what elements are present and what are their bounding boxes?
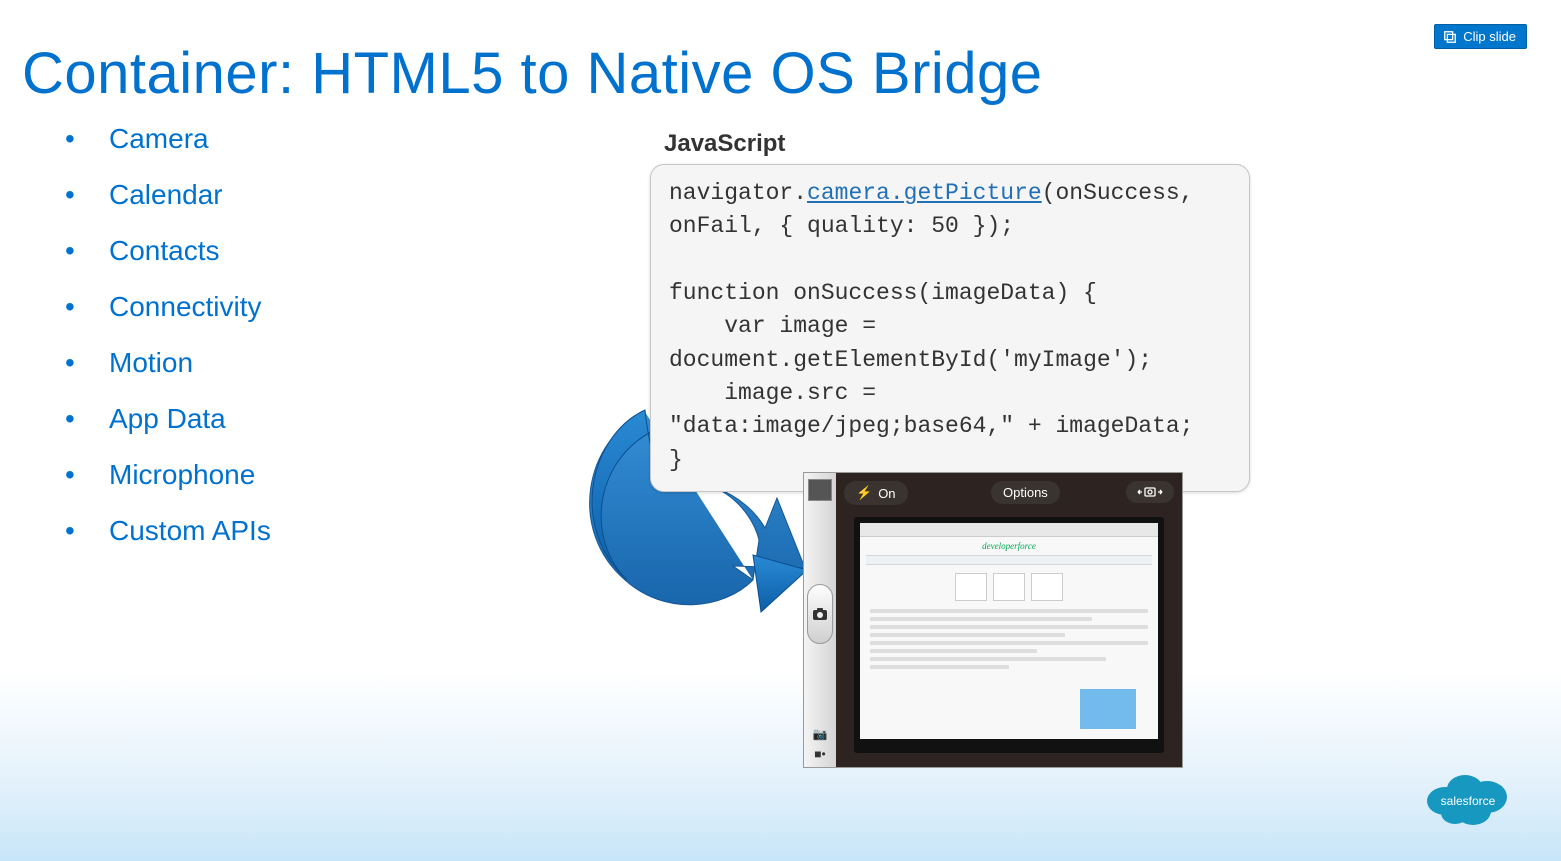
website-brand: developerforce [860,541,1158,551]
video-small-icon: ■• [814,747,825,761]
list-item: App Data [65,405,271,433]
monitor-in-photo: developerforce [854,517,1164,753]
camera-mode-toggle[interactable]: 📷 ■• [813,727,828,761]
list-item-label: App Data [109,403,226,434]
list-item: Custom APIs [65,517,271,545]
options-button[interactable]: Options [991,481,1060,504]
code-heading: JavaScript [664,130,1250,158]
list-item-label: Camera [109,123,209,154]
list-item: Microphone [65,461,271,489]
code-text: function onSuccess(imageData) { var imag… [669,280,1194,473]
list-item: Motion [65,349,271,377]
code-section: JavaScript navigator.camera.getPicture(o… [650,130,1250,492]
flip-camera-icon [1136,485,1164,499]
camera-icon [812,607,828,621]
camera-sidebar: 📷 ■• [804,473,836,767]
feature-list: Camera Calendar Contacts Connectivity Mo… [65,125,271,573]
list-item: Connectivity [65,293,271,321]
list-item: Contacts [65,237,271,265]
shutter-button[interactable] [807,584,833,644]
slide-title: Container: HTML5 to Native OS Bridge [22,40,1043,107]
list-item-label: Motion [109,347,193,378]
camera-app-screenshot: 📷 ■• ⚡ On Options [803,472,1183,768]
camera-viewfinder: ⚡ On Options developerforce [836,473,1182,767]
salesforce-logo-text: salesforce [1441,794,1496,808]
clip-slide-button[interactable]: Clip slide [1434,24,1527,49]
list-item-label: Connectivity [109,291,262,322]
monitor-screen: developerforce [860,523,1158,739]
clip-icon [1443,30,1457,44]
list-item-label: Calendar [109,179,223,210]
list-item: Camera [65,125,271,153]
code-box: navigator.camera.getPicture(onSuccess, o… [650,164,1250,492]
camera-small-icon: 📷 [813,727,828,741]
clip-slide-label: Clip slide [1463,29,1516,44]
flash-icon: ⚡ [856,485,872,501]
list-item-label: Custom APIs [109,515,271,546]
code-underlined: camera.getPicture [807,180,1042,206]
list-item-label: Contacts [109,235,220,266]
options-label: Options [1003,485,1048,500]
salesforce-logo: salesforce [1421,765,1515,831]
slide: Clip slide Container: HTML5 to Native OS… [0,0,1561,861]
thumbnail-icon [808,479,832,501]
code-text: navigator. [669,180,807,206]
flip-camera-button[interactable] [1126,481,1174,503]
flash-toggle[interactable]: ⚡ On [844,481,908,505]
list-item: Calendar [65,181,271,209]
flash-label: On [878,486,895,501]
list-item-label: Microphone [109,459,255,490]
